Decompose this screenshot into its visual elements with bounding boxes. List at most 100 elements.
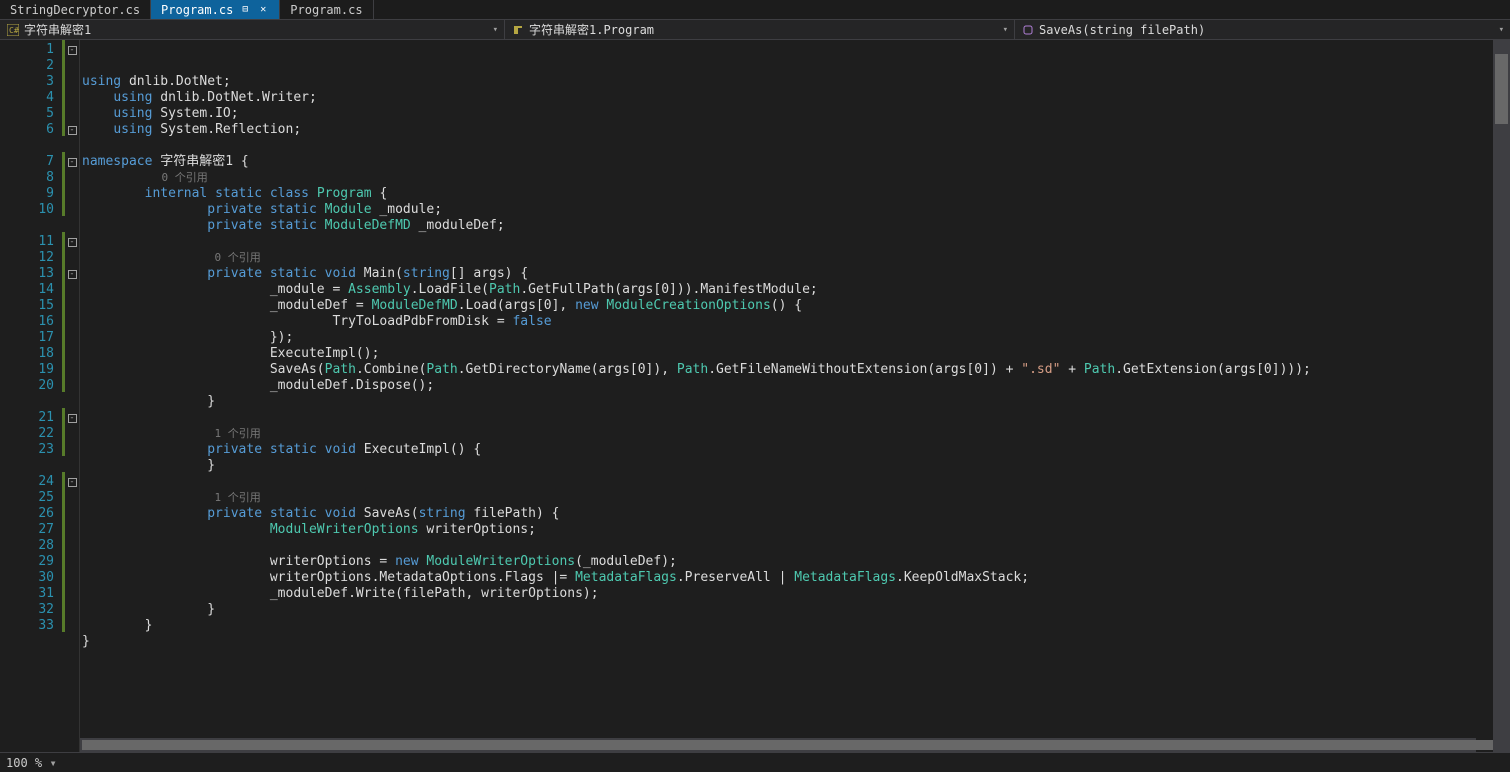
code-line[interactable]: _moduleDef.Write(filePath, writerOptions… [80, 586, 1493, 602]
code-line[interactable]: using dnlib.DotNet; [80, 74, 1493, 90]
line-number: 18 [0, 346, 54, 362]
code-token: _module = [82, 282, 348, 297]
fold-cell [65, 570, 79, 586]
codelens-references[interactable]: 0 个引用 [82, 171, 208, 184]
fold-cell [65, 506, 79, 522]
tab-program-active[interactable]: Program.cs ⊟ ✕ [151, 0, 280, 19]
code-line[interactable]: SaveAs(Path.Combine(Path.GetDirectoryNam… [80, 362, 1493, 378]
code-line[interactable] [80, 138, 1493, 154]
code-line[interactable] [80, 538, 1493, 554]
code-line[interactable] [80, 474, 1493, 490]
code-line[interactable]: internal static class Program { [80, 186, 1493, 202]
split-editor-button[interactable] [1493, 40, 1510, 52]
code-line[interactable] [80, 234, 1493, 250]
code-token: ExecuteImpl(); [82, 346, 379, 361]
code-line[interactable]: writerOptions = new ModuleWriterOptions(… [80, 554, 1493, 570]
fold-toggle[interactable]: - [68, 126, 77, 135]
codelens-references[interactable]: 1 个引用 [82, 491, 261, 504]
fold-toggle[interactable]: - [68, 270, 77, 279]
fold-cell [65, 378, 79, 394]
code-token: ModuleDefMD [325, 218, 411, 233]
chevron-down-icon: ▾ [1499, 25, 1504, 35]
code-line[interactable]: _module = Assembly.LoadFile(Path.GetFull… [80, 282, 1493, 298]
fold-cell [65, 490, 79, 506]
line-number: 32 [0, 602, 54, 618]
vertical-scrollbar[interactable] [1493, 40, 1510, 752]
code-line[interactable]: 0 个引用 [80, 170, 1493, 186]
code-line[interactable]: private static Module _module; [80, 202, 1493, 218]
line-number: 13 [0, 266, 54, 282]
tab-program-other[interactable]: Program.cs [280, 0, 373, 19]
fold-toggle[interactable]: - [68, 478, 77, 487]
fold-cell: - [65, 234, 79, 250]
code-line[interactable]: _moduleDef.Dispose(); [80, 378, 1493, 394]
fold-cell [65, 58, 79, 74]
code-line[interactable]: namespace 字符串解密1 { [80, 154, 1493, 170]
code-content[interactable]: using dnlib.DotNet; using dnlib.DotNet.W… [79, 40, 1493, 752]
code-line[interactable]: }); [80, 330, 1493, 346]
fold-toggle[interactable]: - [68, 158, 77, 167]
line-number: 21 [0, 410, 54, 426]
code-token: ExecuteImpl() { [356, 442, 481, 457]
code-line[interactable]: private static void Main(string[] args) … [80, 266, 1493, 282]
code-line[interactable]: using System.Reflection; [80, 122, 1493, 138]
code-line[interactable]: ModuleWriterOptions writerOptions; [80, 522, 1493, 538]
horizontal-scrollbar-thumb[interactable] [82, 740, 1510, 750]
code-token: writerOptions.MetadataOptions.Flags |= [82, 570, 575, 585]
fold-toggle[interactable]: - [68, 46, 77, 55]
fold-cell [65, 394, 79, 410]
codelens-references[interactable]: 1 个引用 [82, 427, 261, 440]
code-token: _module; [372, 202, 442, 217]
code-line[interactable]: private static ModuleDefMD _moduleDef; [80, 218, 1493, 234]
code-line[interactable]: 1 个引用 [80, 426, 1493, 442]
method-icon [1021, 23, 1035, 37]
code-line[interactable]: using dnlib.DotNet.Writer; [80, 90, 1493, 106]
code-line[interactable]: } [80, 602, 1493, 618]
nav-method-dropdown[interactable]: SaveAs(string filePath) ▾ [1015, 20, 1510, 39]
fold-toggle[interactable]: - [68, 238, 77, 247]
code-token: System.Reflection; [152, 122, 301, 137]
code-line[interactable]: writerOptions.MetadataOptions.Flags |= M… [80, 570, 1493, 586]
fold-cell [65, 74, 79, 90]
code-line[interactable]: TryToLoadPdbFromDisk = false [80, 314, 1493, 330]
tab-stringdecryptor[interactable]: StringDecryptor.cs [0, 0, 151, 19]
code-token: using [82, 74, 121, 89]
zoom-level[interactable]: 100 % [6, 756, 42, 770]
code-token: Path [1084, 362, 1115, 377]
line-number: 33 [0, 618, 54, 634]
code-line[interactable]: private static void SaveAs(string filePa… [80, 506, 1493, 522]
code-line[interactable]: } [80, 458, 1493, 474]
nav-namespace-dropdown[interactable]: C# 字符串解密1 ▾ [0, 20, 505, 39]
horizontal-scrollbar[interactable] [80, 738, 1476, 752]
vertical-scrollbar-thumb[interactable] [1495, 54, 1508, 124]
code-line[interactable]: 1 个引用 [80, 490, 1493, 506]
code-line[interactable]: ExecuteImpl(); [80, 346, 1493, 362]
line-number: 22 [0, 426, 54, 442]
code-line[interactable]: } [80, 634, 1493, 650]
close-icon[interactable]: ✕ [257, 4, 269, 16]
code-token: .GetFullPath(args[0])).ManifestModule; [520, 282, 817, 297]
code-line[interactable]: } [80, 394, 1493, 410]
code-line[interactable] [80, 650, 1493, 666]
code-line[interactable]: 0 个引用 [80, 250, 1493, 266]
code-token: SaveAs( [82, 362, 325, 377]
code-line[interactable]: } [80, 618, 1493, 634]
fold-cell [65, 538, 79, 554]
codelens-references[interactable]: 0 个引用 [82, 251, 261, 264]
class-icon [511, 23, 525, 37]
fold-toggle[interactable]: - [68, 414, 77, 423]
zoom-dropdown-icon[interactable]: ▾ [46, 756, 60, 770]
code-line[interactable]: using System.IO; [80, 106, 1493, 122]
nav-class-text: 字符串解密1.Program [529, 21, 654, 38]
code-token: .GetDirectoryName(args[0]), [458, 362, 677, 377]
nav-class-dropdown[interactable]: 字符串解密1.Program ▾ [505, 20, 1015, 39]
code-token: (_moduleDef); [575, 554, 677, 569]
code-token: } [82, 458, 215, 473]
code-line[interactable]: _moduleDef = ModuleDefMD.Load(args[0], n… [80, 298, 1493, 314]
line-number: 5 [0, 106, 54, 122]
code-line[interactable]: private static void ExecuteImpl() { [80, 442, 1493, 458]
csharp-icon: C# [6, 23, 20, 37]
pin-icon[interactable]: ⊟ [239, 4, 251, 16]
code-line[interactable] [80, 410, 1493, 426]
code-token [82, 186, 145, 201]
